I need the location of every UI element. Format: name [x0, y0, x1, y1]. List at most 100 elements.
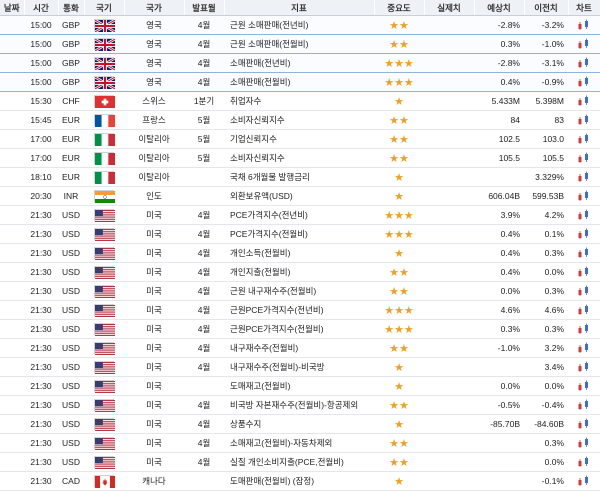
- chart-cell[interactable]: [568, 15, 600, 35]
- indicator-cell[interactable]: 소매판매(전년비): [224, 53, 374, 73]
- table-row[interactable]: 21:30 USD 미국 4월 근원PCE가격지수(전년비) ★★★ 4.6% 4.6%: [0, 300, 600, 320]
- indicator-label[interactable]: 소비자신뢰지수: [226, 153, 285, 163]
- header-currency[interactable]: 통화: [58, 0, 85, 16]
- indicator-cell[interactable]: PCE가격지수(전년비): [224, 205, 374, 225]
- chart-icon[interactable]: [577, 266, 591, 278]
- indicator-label[interactable]: 내구재수주(전월비)-비국방: [226, 362, 325, 372]
- indicator-cell[interactable]: PCE가격지수(전월비): [224, 224, 374, 244]
- table-row[interactable]: 17:00 EUR 이탈리아 5월 소비자신뢰지수 ★★ 105.5 105.5: [0, 148, 600, 168]
- indicator-cell[interactable]: 비국방 자본재수주(전월비)-항공제외: [224, 395, 374, 415]
- chart-icon[interactable]: [577, 285, 591, 297]
- chart-icon[interactable]: [577, 190, 591, 202]
- header-release-month[interactable]: 발표월: [184, 0, 225, 16]
- chart-icon[interactable]: [577, 171, 591, 183]
- chart-icon[interactable]: [577, 380, 591, 392]
- indicator-cell[interactable]: 도매판매(전월비) (잠정): [224, 471, 374, 491]
- chart-icon[interactable]: [577, 57, 591, 69]
- indicator-label[interactable]: 근원PCE가격지수(전년비): [226, 305, 324, 315]
- indicator-label[interactable]: 도매판매(전월비) (잠정): [226, 476, 314, 486]
- table-row[interactable]: 21:30 USD 미국 4월 개인소득(전월비) ★ 0.4% 0.3%: [0, 243, 600, 263]
- indicator-label[interactable]: 기업신뢰지수: [226, 134, 277, 144]
- indicator-label[interactable]: 국채 6개월물 발행금리: [226, 172, 310, 182]
- chart-cell[interactable]: [568, 205, 600, 225]
- indicator-label[interactable]: 개인소득(전월비): [226, 248, 290, 258]
- indicator-label[interactable]: 외환보유액(USD): [226, 191, 293, 201]
- table-row[interactable]: 21:30 USD 미국 4월 비국방 자본재수주(전월비)-항공제외 ★★ -0.5% -0…: [0, 395, 600, 415]
- chart-cell[interactable]: [568, 53, 600, 73]
- indicator-cell[interactable]: 도매재고(전월비): [224, 376, 374, 396]
- header-flag[interactable]: 국기: [84, 0, 125, 16]
- chart-cell[interactable]: [568, 72, 600, 92]
- chart-cell[interactable]: [568, 34, 600, 54]
- header-previous[interactable]: 이전치: [524, 0, 569, 16]
- indicator-label[interactable]: 상품수지: [226, 419, 261, 429]
- table-row[interactable]: 15:30 CHF 스위스 1분기 취업자수 ★ 5.433M 5.398M: [0, 91, 600, 111]
- indicator-cell[interactable]: 국채 6개월물 발행금리: [224, 167, 374, 187]
- header-importance[interactable]: 중요도: [374, 0, 425, 16]
- table-row[interactable]: 20:30 INR 인도 외환보유액(USD) ★ 606.04B 599.53B: [0, 186, 600, 206]
- table-row[interactable]: 18:10 EUR 이탈리아 국채 6개월물 발행금리 ★ 3.329%: [0, 167, 600, 187]
- chart-cell[interactable]: [568, 91, 600, 111]
- indicator-label[interactable]: 개인지출(전월비): [226, 267, 290, 277]
- indicator-cell[interactable]: 소매재고(전월비)-자동차제외: [224, 433, 374, 453]
- chart-cell[interactable]: [568, 452, 600, 472]
- indicator-cell[interactable]: 개인지출(전월비): [224, 262, 374, 282]
- indicator-cell[interactable]: 외환보유액(USD): [224, 186, 374, 206]
- chart-cell[interactable]: [568, 433, 600, 453]
- table-row[interactable]: 21:30 USD 미국 4월 실질 개인소비지출(PCE,전월비) ★★ 0.0%: [0, 452, 600, 472]
- chart-cell[interactable]: [568, 129, 600, 149]
- indicator-cell[interactable]: 소비자신뢰지수: [224, 148, 374, 168]
- table-row[interactable]: 21:30 CAD 캐나다 도매판매(전월비) (잠정) ★ -0.1%: [0, 471, 600, 491]
- chart-icon[interactable]: [577, 342, 591, 354]
- chart-icon[interactable]: [577, 228, 591, 240]
- table-row[interactable]: 15:45 EUR 프랑스 5월 소비자신뢰지수 ★★ 84 83: [0, 110, 600, 130]
- indicator-label[interactable]: 소매판매(전년비): [226, 58, 290, 68]
- table-row[interactable]: 21:30 USD 미국 4월 소매재고(전월비)-자동차제외 ★★ 0.3%: [0, 433, 600, 453]
- indicator-cell[interactable]: 소비자신뢰지수: [224, 110, 374, 130]
- indicator-label[interactable]: 비국방 자본재수주(전월비)-항공제외: [226, 400, 358, 410]
- table-row[interactable]: 15:00 GBP 영국 4월 근원 소매판매(전년비) ★★ -2.8% -3.2%: [0, 15, 600, 35]
- indicator-cell[interactable]: 근원PCE가격지수(전월비): [224, 319, 374, 339]
- chart-icon[interactable]: [577, 152, 591, 164]
- indicator-cell[interactable]: 내구재수주(전월비): [224, 338, 374, 358]
- chart-cell[interactable]: [568, 148, 600, 168]
- chart-cell[interactable]: [568, 281, 600, 301]
- chart-icon[interactable]: [577, 114, 591, 126]
- chart-cell[interactable]: [568, 376, 600, 396]
- chart-icon[interactable]: [577, 361, 591, 373]
- header-time[interactable]: 시간: [24, 0, 59, 16]
- indicator-cell[interactable]: 취업자수: [224, 91, 374, 111]
- indicator-cell[interactable]: 근원 소매판매(전월비): [224, 34, 374, 54]
- chart-cell[interactable]: [568, 338, 600, 358]
- indicator-cell[interactable]: 상품수지: [224, 414, 374, 434]
- chart-cell[interactable]: [568, 186, 600, 206]
- table-row[interactable]: 15:00 GBP 영국 4월 소매판매(전월비) ★★★ 0.4% -0.9%: [0, 72, 600, 92]
- indicator-label[interactable]: PCE가격지수(전월비): [226, 229, 308, 239]
- chart-icon[interactable]: [577, 323, 591, 335]
- chart-icon[interactable]: [577, 95, 591, 107]
- table-row[interactable]: 21:30 USD 미국 4월 내구재수주(전월비) ★★ -1.0% 3.2%: [0, 338, 600, 358]
- chart-cell[interactable]: [568, 395, 600, 415]
- table-row[interactable]: 21:30 USD 미국 4월 내구재수주(전월비)-비국방 ★ 3.4%: [0, 357, 600, 377]
- table-row[interactable]: 21:30 USD 미국 4월 PCE가격지수(전월비) ★★★ 0.4% 0.1%: [0, 224, 600, 244]
- table-row[interactable]: 15:00 GBP 영국 4월 근원 소매판매(전월비) ★★ 0.3% -1.0%: [0, 34, 600, 54]
- indicator-label[interactable]: 실질 개인소비지출(PCE,전월비): [226, 457, 344, 467]
- table-row[interactable]: 15:00 GBP 영국 4월 소매판매(전년비) ★★★ -2.8% -3.1%: [0, 53, 600, 73]
- chart-icon[interactable]: [577, 133, 591, 145]
- indicator-cell[interactable]: 소매판매(전월비): [224, 72, 374, 92]
- chart-cell[interactable]: [568, 110, 600, 130]
- indicator-cell[interactable]: 내구재수주(전월비)-비국방: [224, 357, 374, 377]
- chart-cell[interactable]: [568, 414, 600, 434]
- chart-cell[interactable]: [568, 224, 600, 244]
- indicator-label[interactable]: 취업자수: [226, 96, 261, 106]
- chart-icon[interactable]: [577, 209, 591, 221]
- chart-cell[interactable]: [568, 167, 600, 187]
- chart-icon[interactable]: [577, 38, 591, 50]
- header-actual[interactable]: 실제치: [424, 0, 475, 16]
- table-row[interactable]: 21:30 USD 미국 4월 근원 내구재수주(전월비) ★★ 0.0% 0.3%: [0, 281, 600, 301]
- chart-icon[interactable]: [577, 399, 591, 411]
- header-indicator[interactable]: 지표: [224, 0, 375, 16]
- table-row[interactable]: 21:30 USD 미국 도매재고(전월비) ★ 0.0% 0.0%: [0, 376, 600, 396]
- indicator-cell[interactable]: 근원 소매판매(전년비): [224, 15, 374, 35]
- header-forecast[interactable]: 예상치: [474, 0, 525, 16]
